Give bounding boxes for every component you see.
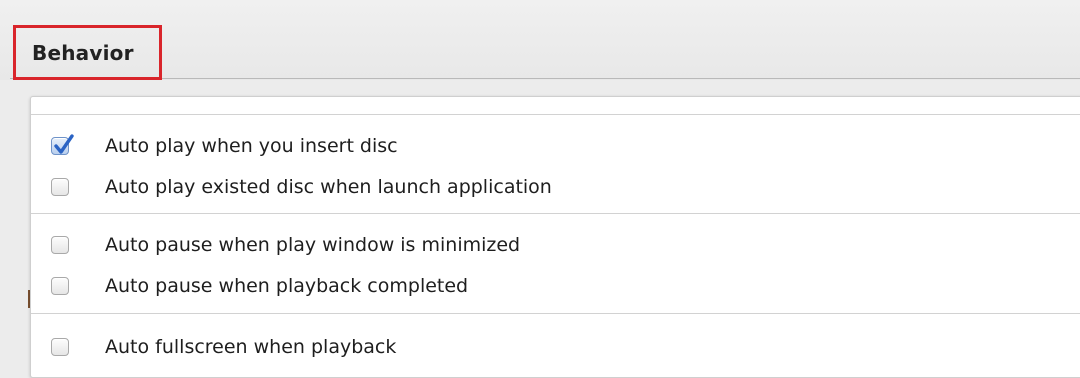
auto-pause-minimized-checkbox[interactable] bbox=[51, 236, 69, 254]
tab-behavior-label: Behavior bbox=[32, 40, 134, 65]
preferences-tab-bar bbox=[0, 0, 1080, 80]
panel-top-divider bbox=[31, 114, 1080, 115]
behavior-settings-panel: Auto play when you insert disc Auto play… bbox=[30, 96, 1080, 378]
auto-play-existed-disc-checkbox[interactable] bbox=[51, 178, 69, 196]
option-label: Auto fullscreen when playback bbox=[105, 336, 397, 358]
option-label: Auto play when you insert disc bbox=[105, 135, 398, 157]
option-auto-fullscreen[interactable]: Auto fullscreen when playback bbox=[51, 335, 396, 359]
auto-pause-completed-checkbox[interactable] bbox=[51, 277, 69, 295]
option-auto-play-existed-disc[interactable]: Auto play existed disc when launch appli… bbox=[51, 175, 552, 199]
group-divider bbox=[31, 213, 1080, 214]
group-divider bbox=[31, 313, 1080, 314]
tab-behavior[interactable]: Behavior bbox=[13, 25, 162, 80]
option-auto-play-insert[interactable]: Auto play when you insert disc bbox=[51, 134, 398, 158]
option-auto-pause-minimized[interactable]: Auto pause when play window is minimized bbox=[51, 233, 520, 257]
option-auto-pause-completed[interactable]: Auto pause when playback completed bbox=[51, 274, 468, 298]
checkmark-icon bbox=[54, 134, 74, 154]
option-label: Auto play existed disc when launch appli… bbox=[105, 176, 552, 198]
auto-play-insert-checkbox[interactable] bbox=[51, 134, 74, 155]
option-label: Auto pause when playback completed bbox=[105, 275, 469, 297]
auto-fullscreen-checkbox[interactable] bbox=[51, 338, 69, 356]
option-label: Auto pause when play window is minimized bbox=[105, 234, 521, 256]
tab-bar-divider bbox=[10, 78, 1080, 79]
left-margin bbox=[0, 80, 30, 372]
